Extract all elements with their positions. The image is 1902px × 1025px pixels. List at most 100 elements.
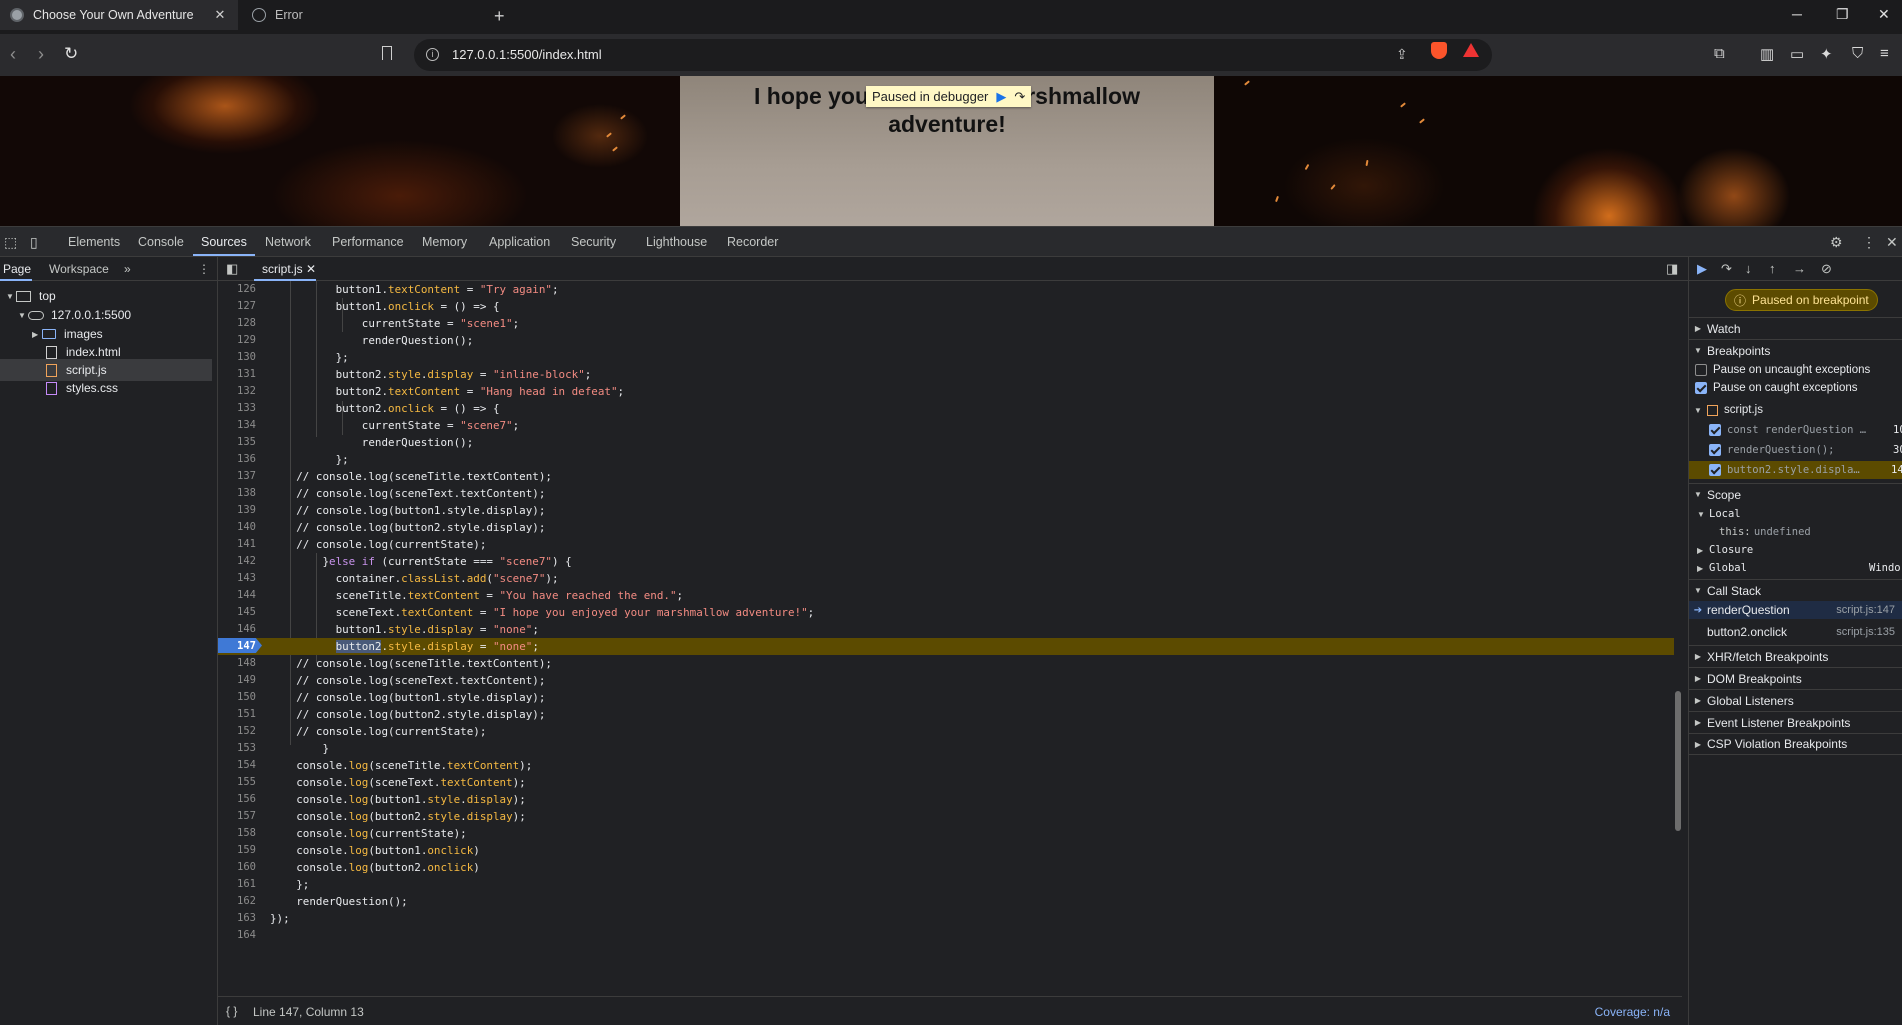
tab-title: Choose Your Own Adventure (33, 8, 194, 22)
vpn-icon[interactable]: ⛉ (1852, 45, 1863, 62)
nav-tab-page[interactable]: Page (3, 262, 31, 276)
editor-scrollbar[interactable] (1674, 281, 1682, 996)
section-call-stack[interactable]: ▼ Call Stack (1689, 579, 1902, 601)
back-icon[interactable]: ‹ (10, 44, 16, 65)
fire-background-left (0, 76, 680, 226)
devtools-panel: ⬚ ▯ Elements Console Sources Network Per… (0, 226, 1902, 1025)
globe-icon (252, 8, 266, 22)
reload-icon[interactable]: ↻ (64, 44, 78, 64)
minimize-icon[interactable]: ─ (1792, 6, 1802, 22)
coverage-status[interactable]: Coverage: n/a (1595, 1005, 1670, 1019)
url-text[interactable]: 127.0.0.1:5500/index.html (452, 47, 602, 62)
tree-item-styles-css[interactable]: styles.css (46, 377, 118, 399)
share-icon[interactable]: ⇪ (1396, 46, 1408, 63)
browser-toolbar: ‹ › ↻ i 127.0.0.1:5500/index.html ⇪ ⧉ ▥ … (0, 34, 1902, 76)
tab-performance[interactable]: Performance (332, 235, 404, 249)
scope-closure[interactable]: ▶ Closure (1689, 541, 1902, 559)
new-tab-button[interactable]: + (494, 6, 505, 27)
inspect-element-icon[interactable]: ⬚ (4, 234, 17, 251)
toggle-navigator-icon[interactable]: ◧ (226, 261, 238, 277)
device-toolbar-icon[interactable]: ▯ (30, 234, 38, 251)
browser-tab-error[interactable]: Error (242, 0, 480, 30)
tab-lighthouse[interactable]: Lighthouse (646, 235, 707, 249)
breakpoint-item[interactable]: const renderQuestion …10 (1689, 421, 1902, 439)
menu-icon[interactable]: ≡ (1880, 45, 1889, 62)
wallet-icon[interactable]: ▭ (1790, 45, 1804, 63)
step-icon[interactable]: → (1793, 261, 1806, 276)
close-file-icon[interactable]: ✕ (306, 262, 316, 276)
close-window-icon[interactable]: ✕ (1878, 6, 1890, 23)
call-frame[interactable]: button2.onclick script.js:135 (1689, 623, 1902, 641)
restore-icon[interactable]: ❐ (1836, 6, 1849, 23)
site-info-icon[interactable]: i (426, 48, 439, 61)
tab-elements[interactable]: Elements (68, 235, 120, 249)
leo-ai-icon[interactable]: ✦ (1820, 45, 1833, 63)
section-scope[interactable]: ▼ Scope (1689, 483, 1902, 505)
info-icon: ⓘ (1734, 293, 1747, 308)
tab-sources[interactable]: Sources (201, 235, 247, 249)
section-breakpoints[interactable]: ▼ Breakpoints (1689, 339, 1902, 361)
forward-icon[interactable]: › (38, 44, 44, 65)
browser-tab-adventure[interactable]: Choose Your Own Adventure ✕ (0, 0, 238, 30)
folder-icon (42, 329, 56, 339)
code-lines[interactable]: 126 button1.textContent = "Try again"; 1… (218, 281, 1682, 996)
tab-network[interactable]: Network (265, 235, 311, 249)
paused-line[interactable]: 147 button2.style.display = "none"; (218, 638, 1674, 655)
step-over-icon[interactable]: ↷ (1014, 89, 1025, 105)
bookmark-icon[interactable] (382, 46, 392, 60)
scope-this: this: undefined (1719, 526, 1811, 538)
nav-tab-workspace[interactable]: Workspace (49, 262, 109, 276)
breakpoint-item[interactable]: renderQuestion();30 (1689, 441, 1902, 459)
tab-recorder[interactable]: Recorder (727, 235, 778, 249)
sidebar-icon[interactable]: ▥ (1760, 45, 1774, 63)
adventure-favicon-icon (10, 8, 24, 22)
navigator-menu-icon[interactable]: ⋮ (198, 262, 210, 276)
section-global-listeners[interactable]: ▶ Global Listeners (1689, 689, 1902, 711)
call-frame-active[interactable]: ➔ renderQuestion script.js:147 (1689, 601, 1902, 619)
section-watch[interactable]: ▶ Watch (1689, 317, 1902, 339)
tab-application[interactable]: Application (489, 235, 550, 249)
step-into-icon[interactable]: ↓ (1745, 261, 1752, 276)
devtools-tab-bar: ⬚ ▯ Elements Console Sources Network Per… (0, 227, 1902, 257)
source-editor: ◧ script.js ✕ ◨ 126 button1.textContent … (218, 257, 1688, 1025)
breakpoint-file-group[interactable]: ▼ script.js (1689, 401, 1902, 419)
scroll-thumb[interactable] (1675, 691, 1681, 831)
editor-status-bar: { } Line 147, Column 13 Coverage: n/a (218, 996, 1682, 1025)
section-csp-violation-breakpoints[interactable]: ▶ CSP Violation Breakpoints (1689, 733, 1902, 755)
scope-local[interactable]: ▼ Local (1689, 505, 1902, 523)
paused-label: Paused in debugger (872, 89, 989, 104)
section-xhr-breakpoints[interactable]: ▶ XHR/fetch Breakpoints (1689, 645, 1902, 667)
brave-shields-icon[interactable] (1431, 42, 1447, 59)
js-file-icon (46, 363, 57, 377)
pause-caught-checkbox[interactable]: Pause on caught exceptions (1689, 379, 1902, 397)
cloud-icon (28, 310, 44, 320)
close-tab-icon[interactable]: ✕ (212, 7, 228, 23)
paused-on-breakpoint-badge: ⓘ Paused on breakpoint (1725, 289, 1878, 311)
current-frame-arrow-icon: ➔ (1693, 604, 1703, 616)
section-event-listener-breakpoints[interactable]: ▶ Event Listener Breakpoints (1689, 711, 1902, 733)
deactivate-breakpoints-icon[interactable]: ⊘ (1821, 261, 1832, 277)
more-tabs-chevron-icon[interactable]: » (124, 262, 131, 276)
address-bar[interactable]: i 127.0.0.1:5500/index.html (414, 39, 1492, 71)
file-tab-script-js[interactable]: script.js ✕ (254, 257, 324, 281)
pause-uncaught-checkbox[interactable]: Pause on uncaught exceptions (1689, 361, 1902, 379)
html-file-icon (46, 345, 57, 359)
settings-gear-icon[interactable]: ⚙ (1830, 234, 1843, 251)
tab-memory[interactable]: Memory (422, 235, 467, 249)
tab-console[interactable]: Console (138, 235, 184, 249)
resume-icon[interactable]: ▶ (1697, 261, 1707, 277)
toggle-debugger-icon[interactable]: ◨ (1666, 261, 1678, 277)
brave-rewards-icon[interactable] (1463, 43, 1479, 57)
close-devtools-icon[interactable]: ✕ (1886, 234, 1898, 251)
tab-security[interactable]: Security (571, 235, 616, 249)
section-dom-breakpoints[interactable]: ▶ DOM Breakpoints (1689, 667, 1902, 689)
frame-icon (16, 290, 31, 302)
scope-global[interactable]: ▶ Global Windo (1689, 559, 1902, 577)
more-options-icon[interactable]: ⋮ (1862, 234, 1876, 251)
resume-icon[interactable]: ▶ (996, 89, 1006, 105)
pretty-print-icon[interactable]: { } (226, 1004, 237, 1018)
screenshot-icon[interactable]: ⧉ (1714, 45, 1725, 62)
step-over-icon[interactable]: ↷ (1721, 261, 1732, 277)
step-out-icon[interactable]: ↑ (1769, 261, 1776, 276)
breakpoint-item-active[interactable]: button2.style.displa…147 (1689, 461, 1902, 479)
